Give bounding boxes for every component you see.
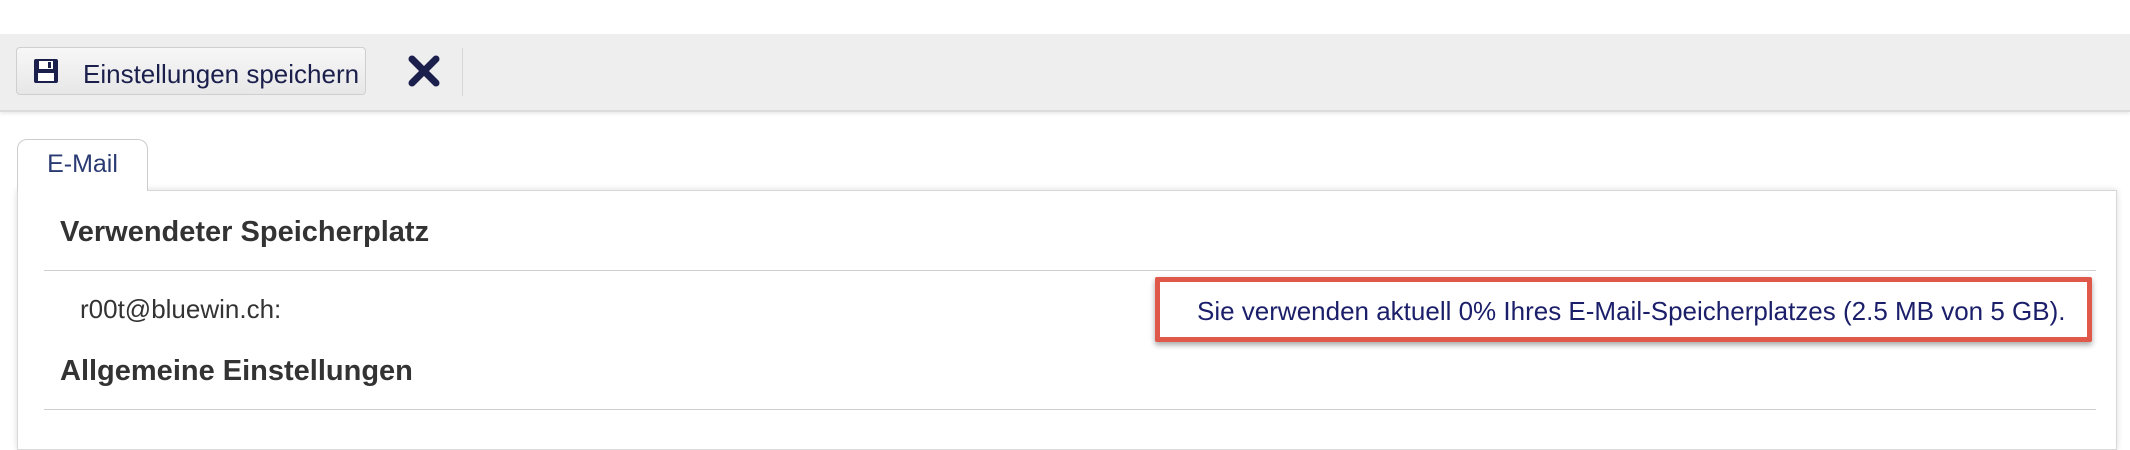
tab-email-label: E-Mail [47,150,118,178]
account-email-label: r00t@bluewin.ch: [80,294,282,324]
storage-section-title: Verwendeter Speicherplatz [60,216,430,248]
storage-usage-highlight: Sie verwenden aktuell 0% Ihres E-Mail-Sp… [1155,277,2092,342]
close-button[interactable] [404,51,444,91]
storage-divider [44,270,2096,271]
general-divider [44,409,2096,410]
save-settings-label: Einstellungen speichern [83,59,360,89]
close-icon [408,55,440,87]
toolbar: Einstellungen speichern [0,34,2130,112]
general-settings-title: Allgemeine Einstellungen [60,355,413,387]
storage-usage-text: Sie verwenden aktuell 0% Ihres E-Mail-Sp… [1197,296,2066,326]
tab-email[interactable]: E-Mail [17,139,148,191]
floppy-disk-icon [34,59,58,83]
save-settings-button[interactable]: Einstellungen speichern [16,47,366,95]
toolbar-separator [462,48,463,96]
